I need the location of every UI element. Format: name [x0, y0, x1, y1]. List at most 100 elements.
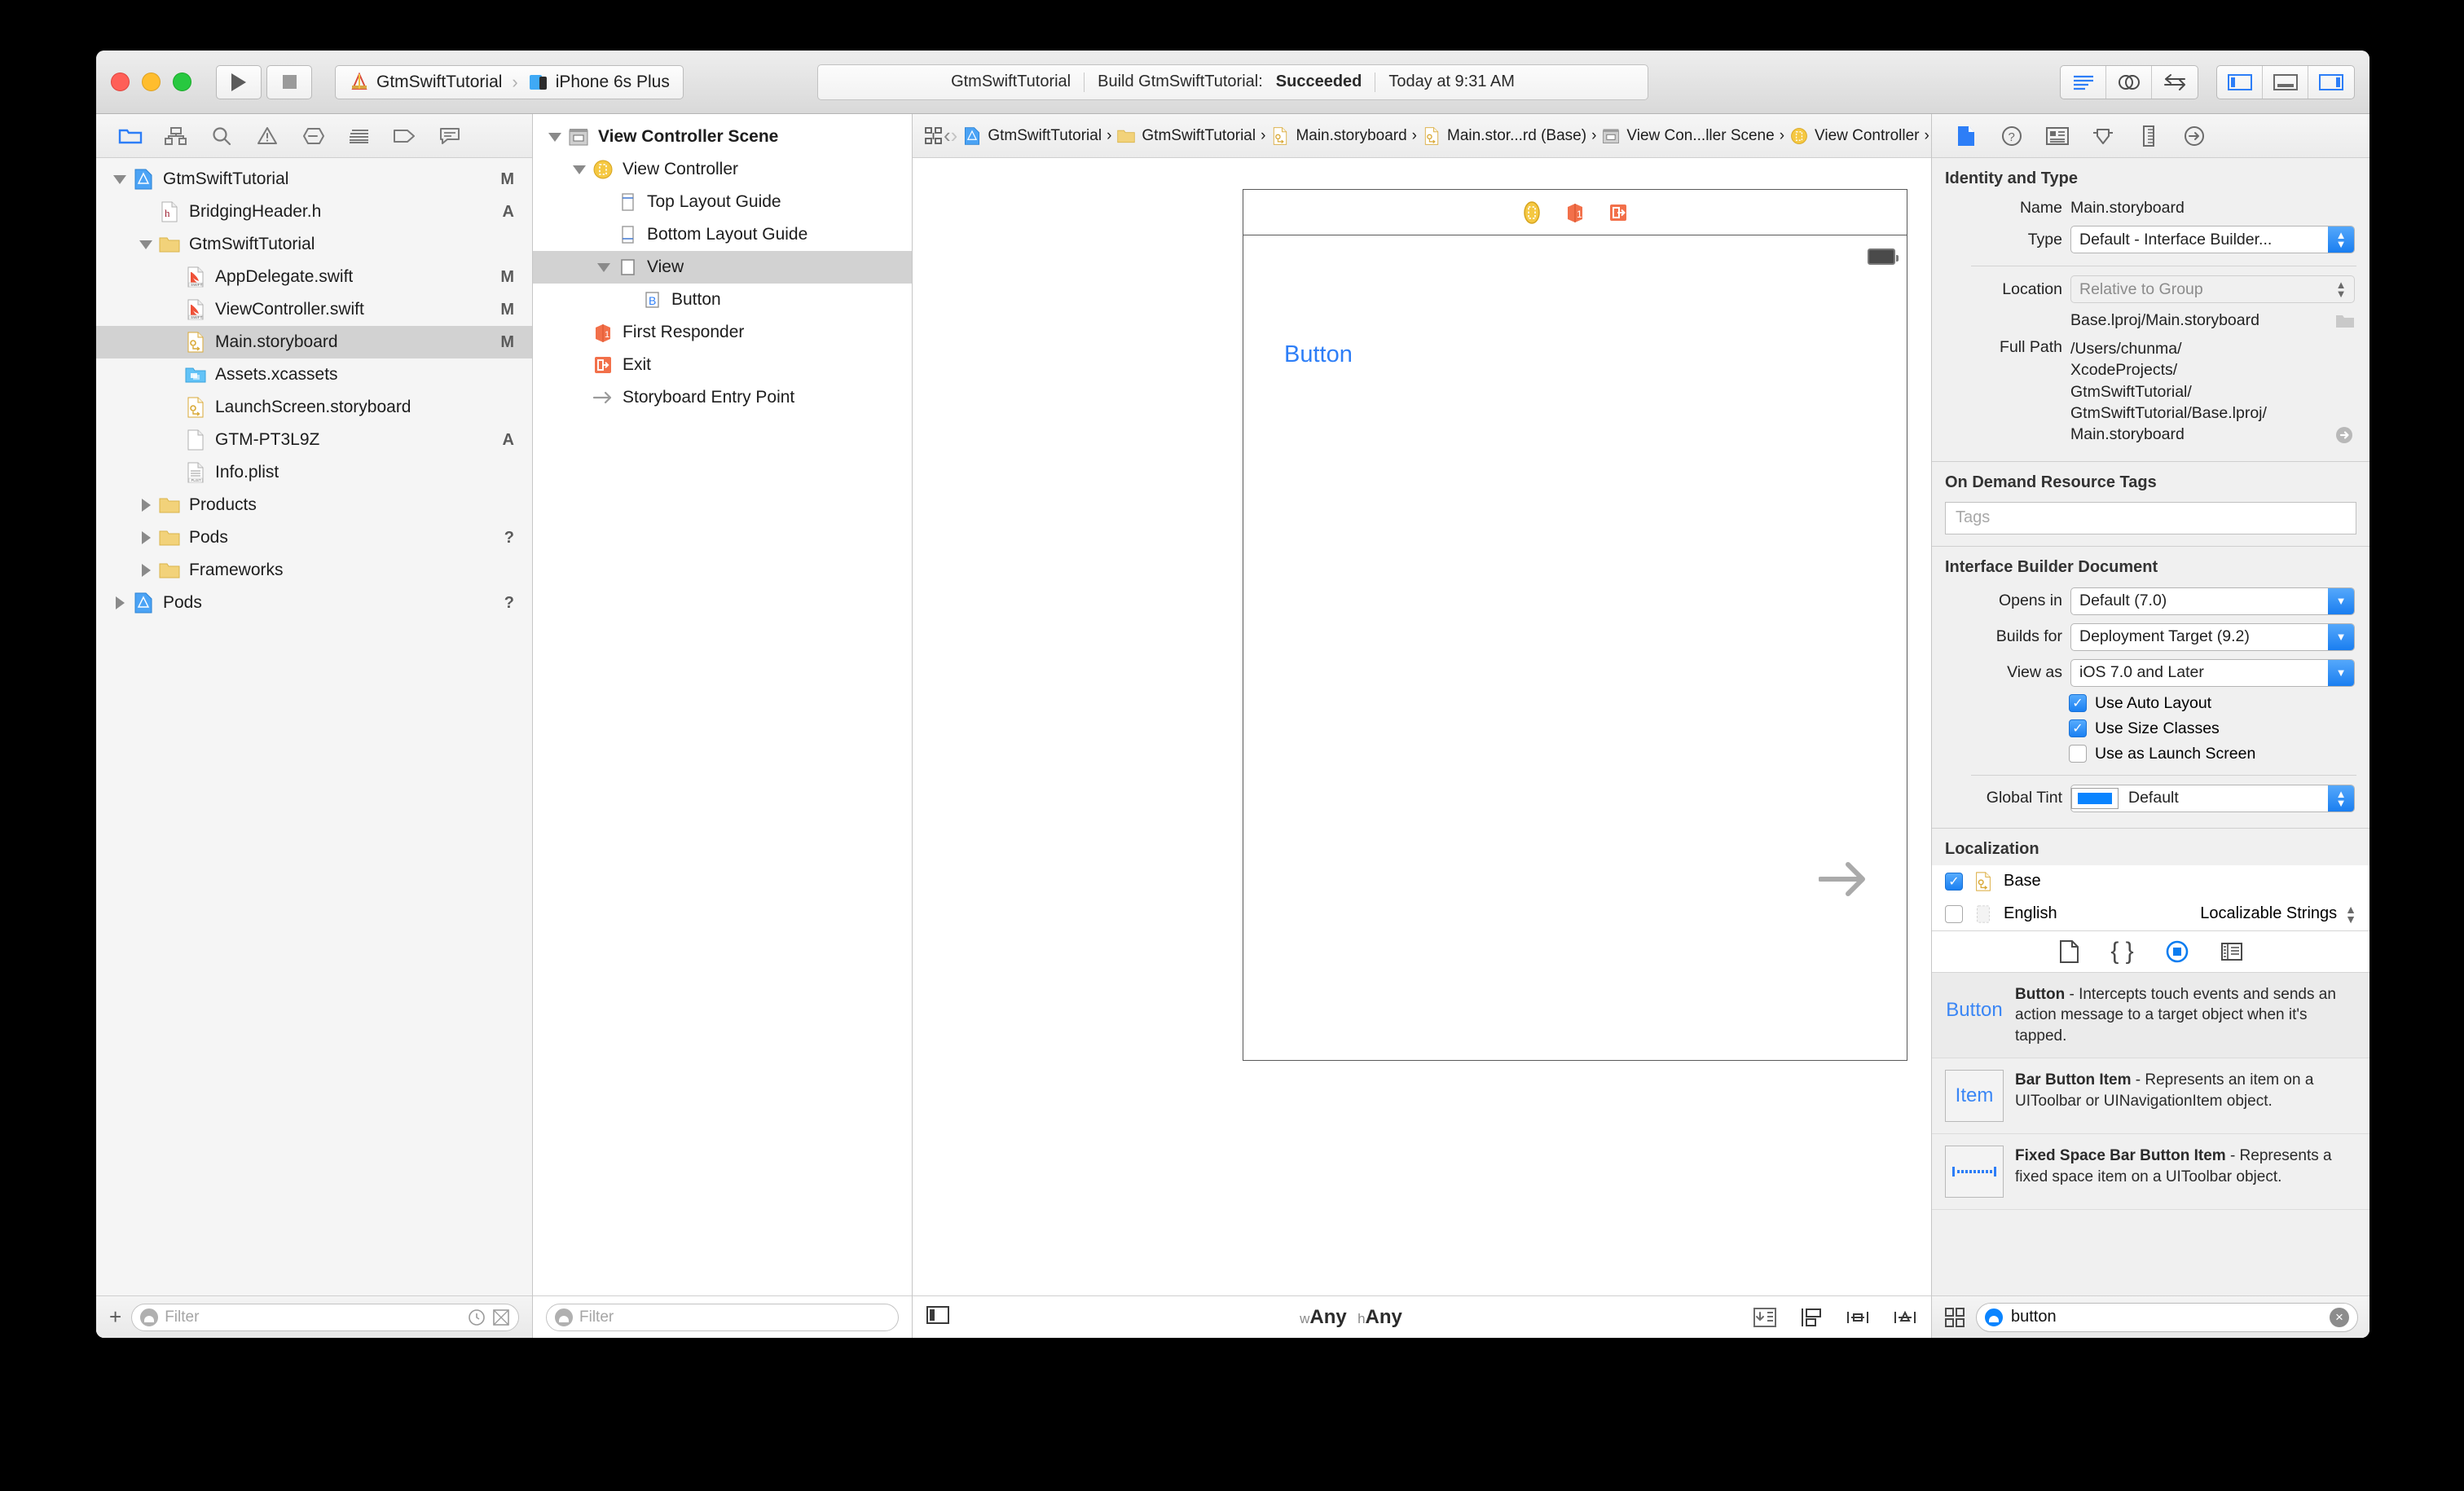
library-item[interactable]: Item Bar Button Item - Represents an item…	[1932, 1058, 2369, 1135]
recent-files-filter-icon[interactable]	[468, 1308, 486, 1326]
localization-checkbox[interactable]	[1945, 904, 1963, 923]
size-inspector-button[interactable]	[2126, 120, 2171, 152]
device-screen[interactable]: Button	[1243, 235, 1907, 1060]
type-popup[interactable]: Default - Interface Builder... ▲ ▼	[2070, 226, 2355, 253]
quick-help-button[interactable]: ?	[1989, 120, 2035, 152]
find-navigator-button[interactable]	[199, 120, 244, 152]
tree-row[interactable]: Assets.xcassets	[96, 358, 532, 391]
view-controller-icon[interactable]	[1520, 200, 1544, 225]
localization-row[interactable]: ✓ Base	[1932, 864, 2369, 898]
tree-row[interactable]: View Controller Scene	[533, 121, 912, 153]
tree-row[interactable]: 1 First Responder	[533, 316, 912, 349]
tree-row[interactable]: Main.storyboard M	[96, 326, 532, 358]
odr-tags-field[interactable]: Tags	[1945, 501, 2356, 534]
exit-icon[interactable]	[1606, 200, 1630, 225]
breadcrumb-item[interactable]: View Controller	[1784, 126, 1924, 146]
tree-row[interactable]: GTM-PT3L9Z A	[96, 424, 532, 456]
file-inspector-button[interactable]	[1943, 120, 1989, 152]
disclosure-triangle-right[interactable]	[135, 564, 156, 577]
code-snippet-library-icon[interactable]: { }	[2110, 938, 2133, 965]
add-file-button[interactable]: +	[109, 1304, 121, 1330]
issue-navigator-button[interactable]	[244, 120, 290, 152]
toggle-inspector-button[interactable]	[2308, 66, 2354, 99]
update-frames-icon[interactable]	[1752, 1306, 1778, 1329]
media-library-icon[interactable]	[2220, 940, 2243, 963]
reveal-in-finder-icon[interactable]	[2334, 424, 2355, 446]
tree-row[interactable]: B Button	[533, 284, 912, 316]
project-navigator-tree[interactable]: GtmSwiftTutorial Mh BridgingHeader.h A GtmSw…	[96, 158, 532, 1295]
tree-row[interactable]: View Controller	[533, 153, 912, 186]
toggle-outline-button[interactable]	[926, 1305, 950, 1329]
library-search-field[interactable]: button ×	[1976, 1302, 2358, 1332]
name-value[interactable]: Main.storyboard	[2070, 199, 2355, 218]
run-button[interactable]	[216, 64, 262, 99]
library-item[interactable]: Button Button - Intercepts touch events a…	[1932, 972, 2369, 1059]
version-editor-button[interactable]	[2152, 66, 2198, 99]
tree-row[interactable]: Exit	[533, 349, 912, 381]
tree-row[interactable]: GtmSwiftTutorial M	[96, 163, 532, 196]
toggle-navigator-button[interactable]	[2217, 65, 2263, 99]
project-navigator-button[interactable]	[108, 120, 153, 152]
breadcrumb-item[interactable]: Main.storyboard	[1265, 126, 1411, 146]
use-auto-layout-row[interactable]: ✓ Use Auto Layout	[2069, 691, 2369, 716]
disclosure-triangle-right[interactable]	[109, 596, 130, 609]
object-library-icon[interactable]	[2165, 939, 2189, 964]
tree-row[interactable]: SWIFT AppDelegate.swift M	[96, 261, 532, 293]
tree-row[interactable]: Bottom Layout Guide	[533, 218, 912, 251]
tree-row[interactable]: h BridgingHeader.h A	[96, 196, 532, 228]
symbol-navigator-button[interactable]	[153, 120, 199, 152]
tint-color-swatch[interactable]	[2071, 787, 2119, 809]
disclosure-triangle-right[interactable]	[135, 499, 156, 512]
global-tint-popup[interactable]: Default ▲ ▼	[2070, 784, 2355, 812]
object-library-list[interactable]: Button Button - Intercepts touch events a…	[1932, 972, 2369, 1211]
tree-row[interactable]: Top Layout Guide	[533, 186, 912, 218]
opens-in-popup[interactable]: Default (7.0) ▼	[2070, 587, 2355, 615]
use-auto-layout-checkbox[interactable]: ✓	[2069, 694, 2087, 713]
disclosure-triangle-down[interactable]	[544, 132, 565, 142]
breadcrumb-item[interactable]: Main.stor...rd (Base)	[1417, 126, 1591, 146]
location-popup[interactable]: Relative to Group ▲ ▼	[2070, 275, 2355, 303]
disclosure-triangle-down[interactable]	[593, 262, 614, 272]
report-navigator-button[interactable]	[336, 120, 381, 152]
close-button[interactable]	[111, 73, 130, 91]
minimize-button[interactable]	[142, 73, 161, 91]
disclosure-triangle-down[interactable]	[135, 240, 156, 249]
pin-icon[interactable]	[1892, 1306, 1918, 1329]
use-as-launch-screen-row[interactable]: Use as Launch Screen	[2069, 741, 2369, 767]
breadcrumb-item[interactable]: GtmSwiftTutorial	[957, 126, 1107, 146]
source-control-filter-icon[interactable]	[492, 1308, 510, 1326]
clear-search-icon[interactable]: ×	[2330, 1307, 2349, 1327]
outline-filter-field[interactable]: Filter	[546, 1303, 899, 1331]
tree-row[interactable]: Frameworks	[96, 554, 532, 587]
localization-checkbox[interactable]: ✓	[1945, 872, 1963, 891]
embed-in-icon[interactable]	[1799, 1306, 1824, 1329]
align-icon[interactable]	[1845, 1306, 1871, 1329]
inspector-content[interactable]: Identity and Type Name Main.storyboard T…	[1932, 158, 2369, 1295]
localization-row[interactable]: English Localizable Strings ▲ ▼	[1932, 897, 2369, 930]
use-size-classes-checkbox[interactable]: ✓	[2069, 719, 2087, 738]
storyboard-canvas[interactable]: 1 Button	[913, 158, 1931, 1295]
tree-row[interactable]: Storyboard Entry Point	[533, 381, 912, 414]
assistant-editor-button[interactable]	[2106, 65, 2152, 99]
breadcrumb[interactable]: GtmSwiftTutorial › GtmSwiftTutorial › Main.s…	[957, 126, 1997, 146]
disclosure-triangle-down[interactable]	[569, 165, 590, 174]
library-view-mode-icon[interactable]	[1943, 1306, 1966, 1329]
tag-navigator-button[interactable]	[381, 120, 427, 152]
document-outline-tree[interactable]: View Controller Scene View Controller Top …	[533, 114, 912, 1295]
breadcrumb-item[interactable]: View Con...ller Scene	[1596, 126, 1779, 146]
view-as-popup[interactable]: iOS 7.0 and Later ▼	[2070, 658, 2355, 687]
disclosure-triangle-down[interactable]	[109, 174, 130, 184]
connections-inspector-button[interactable]	[2171, 120, 2217, 152]
view-controller-scene[interactable]: 1 Button	[1243, 189, 1907, 1061]
breadcrumb-item[interactable]: GtmSwiftTutorial	[1111, 126, 1261, 146]
attributes-inspector-button[interactable]	[2080, 120, 2126, 152]
first-responder-icon[interactable]: 1	[1563, 200, 1587, 225]
localization-rows[interactable]: ✓ Base English Localizable Strings ▲ ▼	[1932, 864, 2369, 930]
identity-inspector-button[interactable]	[2035, 120, 2080, 152]
choose-folder-icon[interactable]	[2335, 313, 2355, 329]
tree-row[interactable]: SWIFT ViewController.swift M	[96, 293, 532, 326]
ui-button[interactable]: Button	[1284, 341, 1353, 368]
localization-type-popup[interactable]: Localizable Strings ▲ ▼	[2200, 904, 2356, 925]
stepper-icon[interactable]: ▲ ▼	[2345, 904, 2356, 925]
related-items-button[interactable]	[924, 120, 944, 152]
